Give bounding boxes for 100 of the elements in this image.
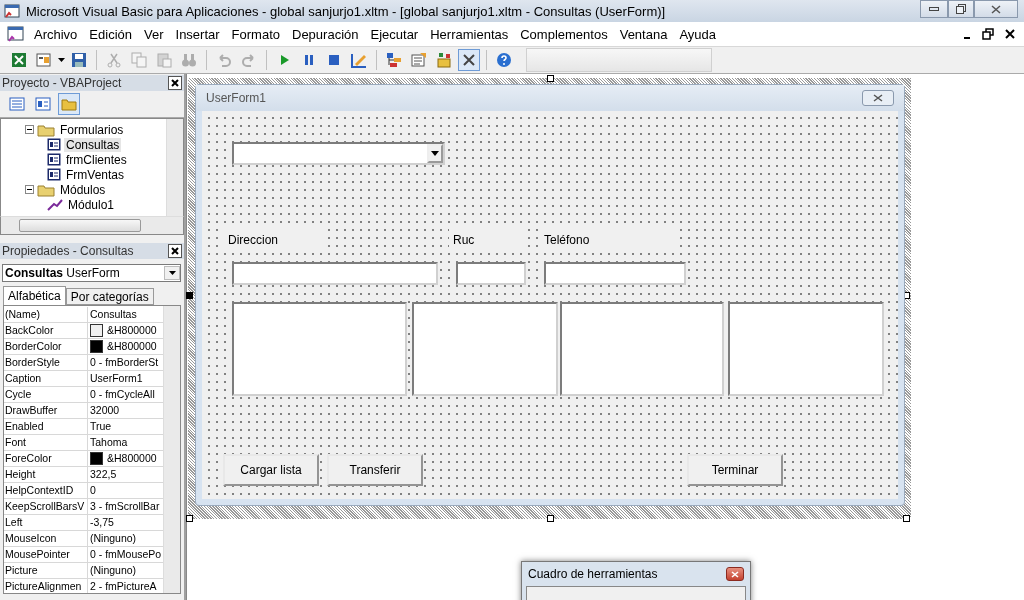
save-icon: [71, 52, 87, 68]
close-icon: [171, 79, 179, 87]
property-value[interactable]: &H800000: [107, 323, 157, 338]
scrollbar[interactable]: [0, 216, 184, 235]
copy-icon: [131, 52, 147, 68]
menu-item[interactable]: Depuración: [286, 26, 365, 42]
tab[interactable]: Por categorías: [65, 288, 154, 305]
restore-button[interactable]: [948, 0, 974, 18]
combo-box[interactable]: [232, 142, 445, 165]
close-icon: [991, 4, 1001, 14]
form-button[interactable]: Transferir: [327, 454, 423, 486]
property-value[interactable]: 0 - fmMousePo: [90, 547, 162, 562]
minimize-icon: [929, 7, 939, 11]
text-box[interactable]: [232, 262, 438, 285]
window-title: Microsoft Visual Basic para Aplicaciones - global sanjurjo1.xltm - [global sanjurjo1.xltm - Consultas (UserForm)]: [26, 3, 667, 19]
dropdown-button[interactable]: [164, 266, 180, 280]
form-button[interactable]: Terminar: [687, 454, 783, 486]
property-name: PictureAlignmen: [4, 579, 88, 593]
property-value[interactable]: 0 - fmCycleAll: [90, 387, 155, 402]
resize-handle[interactable]: [547, 515, 554, 522]
list-box[interactable]: [412, 302, 558, 396]
form-icon[interactable]: [6, 26, 24, 42]
close-button[interactable]: [168, 244, 182, 258]
resize-handle[interactable]: [186, 292, 193, 299]
property-value[interactable]: (Ninguno): [90, 531, 137, 546]
property-value[interactable]: (Ninguno): [90, 563, 137, 578]
text-box[interactable]: [544, 262, 686, 285]
property-name: BorderStyle: [4, 355, 88, 370]
toolbar-field[interactable]: [526, 48, 712, 72]
property-name: Enabled: [4, 419, 88, 434]
menu-item[interactable]: Insertar: [169, 26, 226, 42]
property-value[interactable]: &H800000: [107, 339, 157, 354]
property-value[interactable]: Consultas: [90, 307, 137, 322]
resize-handle[interactable]: [186, 515, 193, 522]
property-value[interactable]: UserForm1: [90, 371, 143, 386]
resize-handle[interactable]: [903, 515, 910, 522]
form-button[interactable]: Cargar lista: [223, 454, 319, 486]
property-value[interactable]: 0 - fmBorderSt: [90, 355, 159, 370]
collapse-icon[interactable]: [25, 185, 34, 194]
property-value[interactable]: -3,75: [90, 515, 114, 530]
tree-item[interactable]: Formularios: [58, 122, 126, 137]
paste-icon: [156, 52, 172, 68]
tree-item[interactable]: Consultas: [64, 137, 122, 152]
property-value[interactable]: &H800000: [107, 451, 157, 466]
form-view-icon: [35, 96, 51, 112]
menu-item[interactable]: Ventana: [613, 26, 674, 42]
scrollbar[interactable]: [166, 119, 183, 216]
list-box[interactable]: [728, 302, 884, 396]
property-name: Height: [4, 467, 88, 482]
property-value[interactable]: 2 - fmPictureA: [90, 579, 157, 593]
property-value[interactable]: True: [90, 419, 112, 434]
collapse-icon[interactable]: [25, 125, 34, 134]
tree-item[interactable]: Módulos: [58, 182, 108, 197]
toolbox-title: Cuadro de herramientas: [528, 567, 658, 581]
help-icon: [496, 52, 512, 68]
menu-item[interactable]: Ayuda: [673, 26, 723, 42]
resize-handle[interactable]: [547, 75, 554, 82]
menu-item[interactable]: Complementos: [514, 26, 614, 42]
property-name: Caption: [4, 371, 88, 386]
property-value[interactable]: 3 - fmScrollBar: [90, 499, 160, 514]
close-button[interactable]: [726, 567, 744, 581]
property-name: BorderColor: [4, 339, 88, 354]
scrollbar[interactable]: [163, 306, 180, 593]
tab[interactable]: Alfabética: [3, 286, 66, 305]
tree-item[interactable]: Módulo1: [66, 197, 117, 212]
spreadsheet-icon: [11, 52, 27, 68]
property-name: Font: [4, 435, 88, 450]
redo-icon: [241, 52, 257, 68]
close-button[interactable]: [168, 76, 182, 90]
list-box[interactable]: [560, 302, 724, 396]
project-tree-icon: [386, 52, 402, 68]
tree-item[interactable]: FrmVentas: [64, 167, 127, 182]
tree-item[interactable]: frmClientes: [64, 152, 129, 167]
menu-item[interactable]: Ver: [138, 26, 170, 42]
property-name: ForeColor: [4, 451, 88, 466]
list-box[interactable]: [232, 302, 407, 396]
window-controls-icon[interactable]: [962, 28, 1016, 40]
menu-item[interactable]: Archivo: [28, 26, 84, 42]
binoculars-icon: [181, 52, 197, 68]
menu-item[interactable]: Edición: [83, 26, 138, 42]
folder-icon: [37, 122, 55, 137]
property-name: MousePointer: [4, 547, 88, 562]
property-name: HelpContextID: [4, 483, 88, 498]
restore-icon: [956, 4, 966, 14]
caret-icon[interactable]: [58, 58, 65, 62]
toolbar-button[interactable]: [458, 49, 480, 71]
pane-title: Proyecto - VBAProject: [2, 76, 122, 90]
object-browser-icon: [436, 52, 452, 68]
text-box[interactable]: [456, 262, 526, 285]
menu-item[interactable]: Ejecutar: [364, 26, 425, 42]
property-name: (Name): [4, 307, 88, 322]
property-value[interactable]: Tahoma: [90, 435, 128, 450]
property-value[interactable]: 0: [90, 483, 96, 498]
menu-item[interactable]: Herramientas: [424, 26, 515, 42]
menu-item[interactable]: Formato: [225, 26, 286, 42]
property-value[interactable]: 322,5: [90, 467, 117, 482]
property-name: BackColor: [4, 323, 88, 338]
property-value[interactable]: 32000: [90, 403, 120, 418]
minimize-button[interactable]: [920, 0, 948, 18]
object-dropdown[interactable]: Consultas UserForm: [2, 264, 181, 282]
